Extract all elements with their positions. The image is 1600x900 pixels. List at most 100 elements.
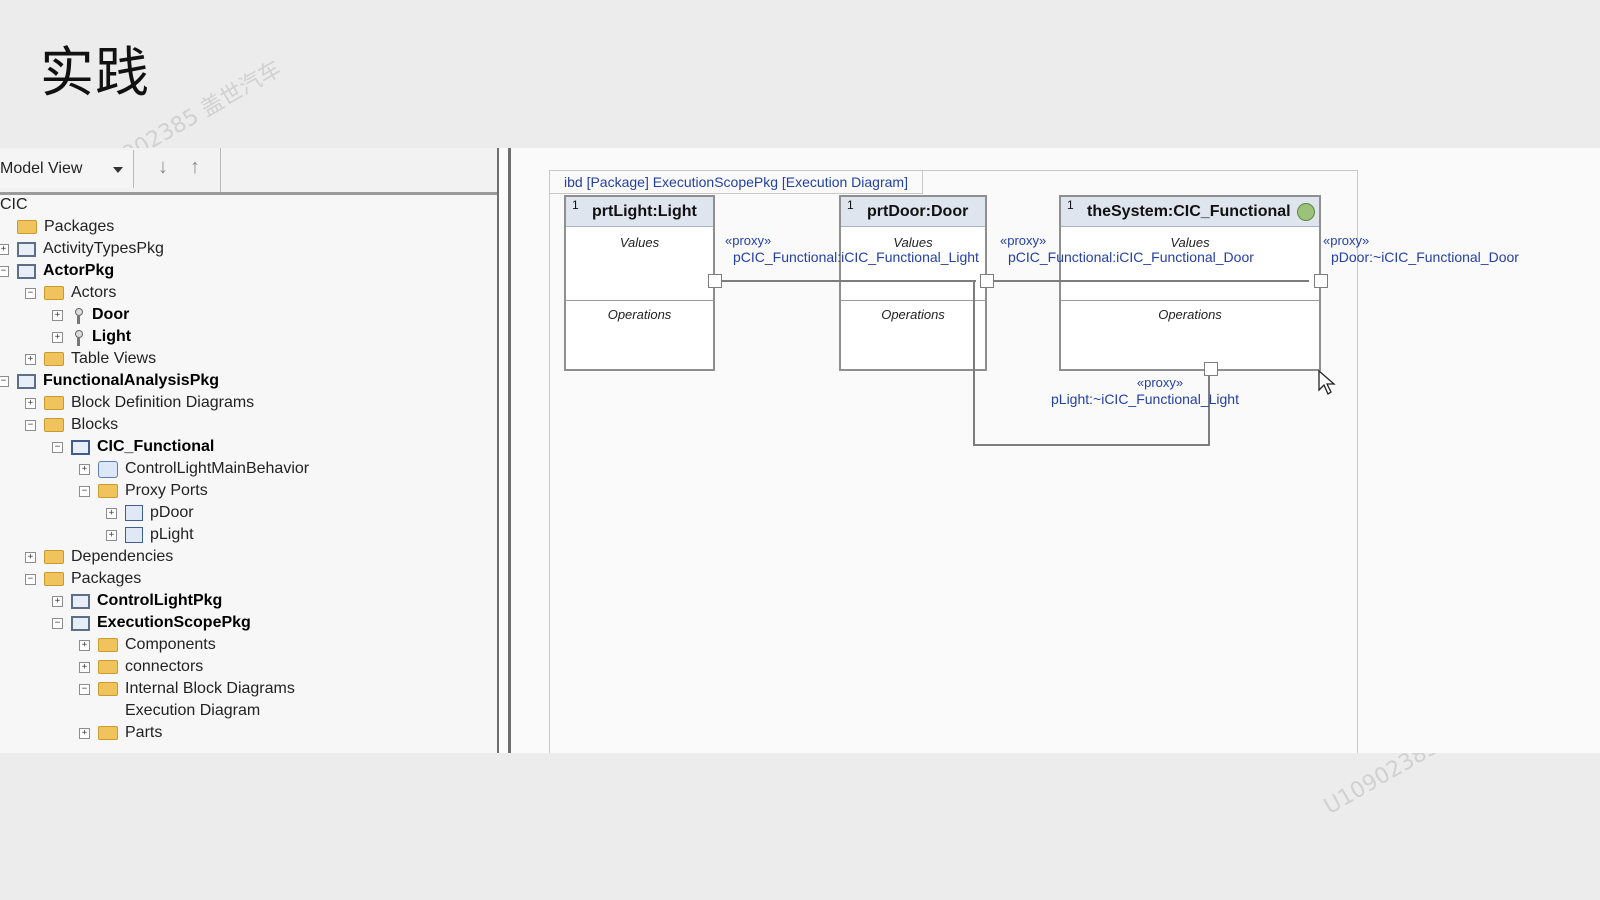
proxy-port[interactable] [1204, 362, 1218, 376]
behavior-icon [98, 460, 118, 478]
part-theSystem[interactable]: 1 theSystem:CIC_Functional Values Operat… [1059, 195, 1321, 371]
expand-toggle-icon[interactable]: + [79, 661, 90, 673]
collapse-toggle-icon[interactable]: − [79, 485, 90, 497]
expand-toggle-icon[interactable]: + [106, 529, 117, 541]
slide-title: 实践 [40, 41, 150, 104]
tree-item[interactable]: − ActorPkg [0, 260, 114, 282]
mouse-pointer-icon [1318, 370, 1336, 395]
tree-item-label: Block Definition Diagrams [71, 394, 255, 411]
collapse-toggle-icon[interactable]: − [79, 683, 90, 695]
folder-icon [17, 220, 37, 234]
collapse-toggle-icon[interactable]: − [25, 573, 36, 585]
port-stereotype: «proxy» [1136, 375, 1184, 390]
tree-item-label: ControlLightPkg [97, 592, 223, 609]
tree-item[interactable]: + Light [52, 326, 131, 348]
proxy-port[interactable] [1314, 274, 1328, 288]
application-screenshot: Model View ↓ ↑ CIC Packages + ActivityType… [0, 148, 1600, 753]
tree-item[interactable]: + Components [79, 634, 216, 656]
port-label: «proxy» pCIC_Functional:iCIC_Functional_… [725, 233, 979, 265]
tree-item-label: Door [92, 306, 130, 323]
expand-toggle-icon[interactable]: + [79, 639, 90, 651]
tree-item[interactable]: + pLight [106, 524, 194, 546]
connector-line[interactable] [993, 280, 1309, 282]
tree-item-label: pLight [150, 526, 194, 543]
collapse-toggle-icon[interactable]: − [25, 419, 36, 431]
tree-item[interactable]: + ActivityTypesPkg [0, 238, 164, 260]
tree-root[interactable]: CIC [0, 194, 28, 216]
tree-item[interactable]: − Internal Block Diagrams [79, 678, 295, 700]
tree-item[interactable]: + ControlLightPkg [52, 590, 222, 612]
port-label: «proxy» pLight:~iCIC_Functional_Light [1051, 375, 1239, 407]
tree-item[interactable]: + connectors [79, 656, 203, 678]
diagram-canvas[interactable]: ibd [Package] ExecutionScopePkg [Executi… [511, 148, 1600, 753]
values-compartment-label: Values [619, 235, 660, 250]
folder-icon [44, 572, 64, 586]
expand-toggle-icon[interactable]: + [25, 353, 36, 365]
browser-toolbar: Model View ↓ ↑ [0, 148, 497, 195]
port-label: «proxy» pDoor:~iCIC_Functional_Door [1323, 233, 1519, 265]
connector-line[interactable] [973, 280, 975, 445]
tree-item[interactable]: − CIC_Functional [52, 436, 214, 458]
tree-item[interactable]: − Packages [25, 568, 141, 590]
expand-toggle-icon[interactable]: + [52, 331, 63, 343]
view-selector-dropdown[interactable]: Model View [0, 150, 134, 188]
tree-item[interactable]: + ControlLightMainBehavior [79, 458, 309, 480]
expand-toggle-icon[interactable]: + [0, 243, 9, 255]
connector-line[interactable] [721, 280, 976, 282]
proxy-port[interactable] [980, 274, 994, 288]
compartment-divider [566, 300, 713, 301]
collapse-toggle-icon[interactable]: − [0, 265, 9, 277]
folder-icon [98, 638, 118, 652]
panel-splitter[interactable] [497, 148, 511, 753]
tree-item-label: ActivityTypesPkg [43, 240, 164, 257]
connector-line[interactable] [973, 444, 1209, 446]
expand-toggle-icon[interactable]: + [52, 309, 63, 321]
tree-item[interactable]: − Actors [25, 282, 116, 304]
tree-item[interactable]: Execution Diagram [106, 700, 260, 722]
tree-item[interactable]: + Block Definition Diagrams [25, 392, 254, 414]
collapse-toggle-icon[interactable]: − [25, 287, 36, 299]
tree-item[interactable]: + Table Views [25, 348, 156, 370]
package-icon [71, 593, 90, 609]
expand-toggle-icon[interactable]: + [106, 507, 117, 519]
port-icon [125, 505, 143, 521]
statechart-icon [1297, 203, 1315, 221]
actor-icon [71, 329, 85, 346]
collapse-toggle-icon[interactable]: − [0, 375, 9, 387]
tree-item[interactable]: − ExecutionScopePkg [52, 612, 251, 634]
tree-item[interactable]: − Blocks [25, 414, 118, 436]
expand-toggle-icon[interactable]: + [52, 595, 63, 607]
package-icon [17, 373, 36, 389]
tree-item-label: Execution Diagram [125, 702, 261, 719]
tree-item[interactable]: − FunctionalAnalysisPkg [0, 370, 219, 392]
tree-item[interactable]: Packages [0, 216, 114, 238]
collapse-toggle-icon[interactable]: − [52, 441, 63, 453]
folder-icon [44, 396, 64, 410]
port-label: «proxy» pCIC_Functional:iCIC_Functional_… [1000, 233, 1254, 265]
package-icon [17, 241, 36, 257]
tree-item[interactable]: + Dependencies [25, 546, 173, 568]
expand-toggle-icon[interactable]: + [79, 727, 90, 739]
part-prtLight[interactable]: 1 prtLight:Light Values Operations [564, 195, 715, 371]
tree-item[interactable]: + Door [52, 304, 129, 326]
expand-toggle-icon[interactable]: + [25, 551, 36, 563]
arrow-down-icon[interactable]: ↓ [148, 150, 178, 184]
tree-item-label: connectors [125, 658, 204, 675]
tree-item[interactable]: + Parts [79, 722, 162, 744]
folder-icon [98, 660, 118, 674]
part-name: prtLight:Light [592, 203, 697, 220]
port-icon [125, 527, 143, 543]
expand-toggle-icon[interactable]: + [25, 397, 36, 409]
tree-item[interactable]: − Proxy Ports [79, 480, 208, 502]
proxy-port[interactable] [708, 274, 722, 288]
port-stereotype: «proxy» [1323, 233, 1370, 248]
tree-item[interactable]: + pDoor [106, 502, 194, 524]
tree-item-label: FunctionalAnalysisPkg [43, 372, 220, 389]
expand-toggle-icon[interactable]: + [79, 463, 90, 475]
chevron-down-icon[interactable] [113, 167, 123, 173]
arrow-up-icon[interactable]: ↑ [180, 150, 210, 184]
collapse-toggle-icon[interactable]: − [52, 617, 63, 629]
diagram-frame-title: ibd [Package] ExecutionScopePkg [Executi… [550, 171, 923, 194]
tree-item-label: ActorPkg [43, 262, 115, 279]
part-prtDoor[interactable]: 1 prtDoor:Door Values Operations [839, 195, 987, 371]
